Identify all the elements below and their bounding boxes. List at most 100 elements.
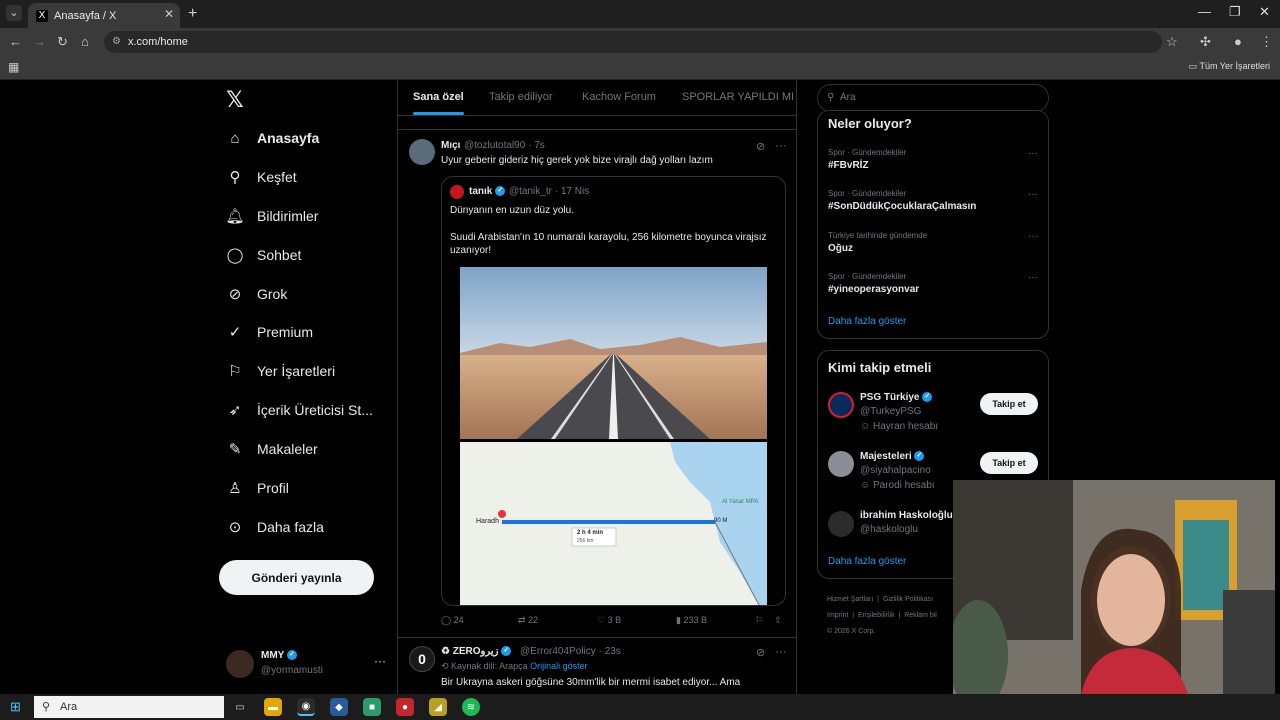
- more-icon[interactable]: ···: [1028, 189, 1038, 200]
- follow-button[interactable]: Takip et: [980, 393, 1038, 415]
- footer-link-accessibility[interactable]: Erişilebilirlik: [858, 612, 895, 619]
- account-switcher[interactable]: MMY ✓ @yormamusti ···: [226, 648, 386, 680]
- task-view-icon[interactable]: ▭: [231, 698, 249, 716]
- tab-sporlar[interactable]: SPORLAR YAPILDI MI: [682, 91, 794, 103]
- x-logo-icon[interactable]: 𝕏: [226, 88, 244, 113]
- nav-profile[interactable]: ♙ Profil: [226, 476, 289, 500]
- reload-icon[interactable]: ↻: [57, 34, 68, 50]
- quote-author-name: tanık ✓: [469, 186, 506, 197]
- browser-menu-icon[interactable]: ⋮: [1260, 34, 1273, 50]
- suggestion-name[interactable]: ibrahim Haskoloğlu: [860, 510, 953, 521]
- tab-kachow-forum[interactable]: Kachow Forum: [582, 91, 656, 103]
- nav-premium[interactable]: ✓ Premium: [226, 320, 313, 344]
- tweet-author-name[interactable]: ♻ ZEROزيرو ✓: [441, 646, 512, 657]
- app-icon-2[interactable]: ■: [363, 698, 381, 716]
- search-input[interactable]: ⚲ Ara: [817, 84, 1049, 112]
- reply-button[interactable]: ◯ 24: [441, 615, 464, 626]
- avatar[interactable]: 0: [409, 646, 435, 672]
- tab-list-button[interactable]: ⌄: [6, 5, 22, 21]
- more-icon[interactable]: ···: [1028, 148, 1038, 159]
- nav-home[interactable]: ⌂ Anasayfa: [226, 126, 319, 150]
- avatar[interactable]: [828, 392, 854, 418]
- grok-icon[interactable]: ⊘: [756, 140, 765, 153]
- address-bar[interactable]: ⚙ x.com/home: [104, 31, 1162, 53]
- app-icon-3[interactable]: ●: [396, 698, 414, 716]
- nav-notifications[interactable]: 🔔︎ Bildirimler: [225, 204, 318, 228]
- footer-link-imprint[interactable]: Imprint: [827, 612, 848, 619]
- footer-link-terms[interactable]: Hizmet Şartları: [827, 596, 873, 603]
- window-close-icon[interactable]: ✕: [1259, 4, 1270, 20]
- trend-item[interactable]: #FBvRİZ: [828, 160, 869, 171]
- nav-bookmarks[interactable]: ⚐ Yer İşaretleri: [226, 359, 335, 383]
- tweet-author-name[interactable]: Mıçı: [441, 140, 460, 151]
- windows-start-icon[interactable]: ⊞: [10, 699, 21, 715]
- webcam-overlay: [953, 480, 1275, 716]
- site-info-icon[interactable]: ⚙: [112, 31, 121, 53]
- nav-creator-studio[interactable]: ➶ İçerik Üreticisi St...: [226, 398, 373, 422]
- trend-item[interactable]: #SonDüdükÇocuklaraÇalmasın: [828, 201, 976, 212]
- extensions-icon[interactable]: ✣: [1200, 34, 1211, 50]
- nav-more[interactable]: ⊙ Daha fazla: [226, 515, 324, 539]
- avatar[interactable]: [828, 511, 854, 537]
- tweet-author-handle[interactable]: @tozlutotal90 · 7s: [464, 140, 545, 151]
- avatar: [226, 650, 254, 678]
- apps-grid-icon[interactable]: ▦: [8, 60, 19, 74]
- home-browser-icon[interactable]: ⌂: [81, 34, 89, 49]
- app-icon[interactable]: ◆: [330, 698, 348, 716]
- profile-icon[interactable]: ●: [1234, 34, 1242, 49]
- show-more-trends-link[interactable]: Daha fazla göster: [828, 316, 906, 327]
- nav-chat[interactable]: ◯ Sohbet: [226, 243, 302, 267]
- close-tab-icon[interactable]: ✕: [164, 7, 174, 21]
- more-icon[interactable]: ···: [374, 654, 386, 668]
- restore-icon[interactable]: ❐: [1229, 4, 1241, 20]
- tab-for-you[interactable]: Sana özel: [413, 91, 464, 115]
- chrome-icon[interactable]: ◉: [297, 698, 315, 716]
- footer-link-privacy[interactable]: Gizlilik Politikası: [883, 596, 933, 603]
- post-button[interactable]: Gönderi yayınla: [219, 560, 374, 595]
- trend-category: Spor · Gündemdekiler: [828, 148, 907, 157]
- more-icon[interactable]: ···: [775, 138, 787, 152]
- spotify-icon[interactable]: ≋: [462, 698, 480, 716]
- timeline[interactable]: Sana özel Takip ediliyor Kachow Forum SP…: [397, 80, 797, 694]
- suggestion-name[interactable]: PSG Türkiye ✓: [860, 392, 933, 403]
- suggestion-name[interactable]: Majesteleri ✓: [860, 451, 925, 462]
- show-more-suggestions-link[interactable]: Daha fazla göster: [828, 556, 906, 567]
- road-photo[interactable]: [460, 267, 767, 439]
- like-count: 3 B: [607, 615, 622, 625]
- follow-button[interactable]: Takip et: [980, 452, 1038, 474]
- avatar[interactable]: [828, 451, 854, 477]
- forward-icon[interactable]: →: [33, 34, 46, 49]
- star-icon[interactable]: ☆: [1166, 34, 1178, 50]
- browser-tab[interactable]: X Anasayfa / X ✕: [28, 3, 180, 28]
- bookmark-icon[interactable]: ⚐: [755, 615, 763, 626]
- more-icon[interactable]: ···: [775, 644, 787, 658]
- back-icon[interactable]: ←: [9, 34, 22, 49]
- trend-item[interactable]: Oğuz: [828, 243, 853, 254]
- show-original-link[interactable]: Orijinali göster: [530, 661, 588, 671]
- like-button[interactable]: ♡ 3 B: [597, 615, 621, 626]
- route-map[interactable]: 2 h 4 min 256 km Haradh 90 M Al Yasar MP…: [460, 442, 767, 605]
- share-icon[interactable]: ⇧: [774, 615, 782, 626]
- repost-count: 22: [528, 615, 539, 625]
- file-explorer-icon[interactable]: ▬: [264, 698, 282, 716]
- repost-button[interactable]: ⇄ 22: [518, 615, 538, 626]
- new-tab-icon[interactable]: +: [188, 5, 197, 23]
- tweet-author-handle[interactable]: @Error404Policy · 23s: [520, 646, 621, 657]
- all-bookmarks-button[interactable]: ▭ Tüm Yer İşaretleri: [1189, 61, 1270, 72]
- avatar[interactable]: [409, 139, 435, 165]
- taskbar-search[interactable]: ⚲ Ara: [34, 696, 224, 718]
- quoted-tweet[interactable]: tanık ✓ @tanik_tr · 17 Nis Dünyanın en u…: [441, 176, 786, 606]
- app-icon-4[interactable]: ◢: [429, 698, 447, 716]
- trend-item[interactable]: #yineoperasyonvar: [828, 284, 919, 295]
- tab-following[interactable]: Takip ediliyor: [489, 91, 553, 103]
- nav-explore[interactable]: ⚲ Keşfet: [226, 165, 297, 189]
- views-button[interactable]: ▮ 233 B: [676, 615, 707, 626]
- nav-articles[interactable]: ✎ Makaleler: [226, 437, 318, 461]
- footer-link-ads[interactable]: Reklam bil: [904, 612, 937, 619]
- more-icon[interactable]: ···: [1028, 272, 1038, 283]
- nav-grok[interactable]: ⊘ Grok: [226, 282, 288, 306]
- more-icon[interactable]: ···: [1028, 231, 1038, 242]
- minimize-icon[interactable]: —: [1198, 4, 1211, 19]
- tweet2-name-text: ZEROزيرو: [452, 646, 499, 657]
- grok-icon[interactable]: ⊘: [756, 646, 765, 659]
